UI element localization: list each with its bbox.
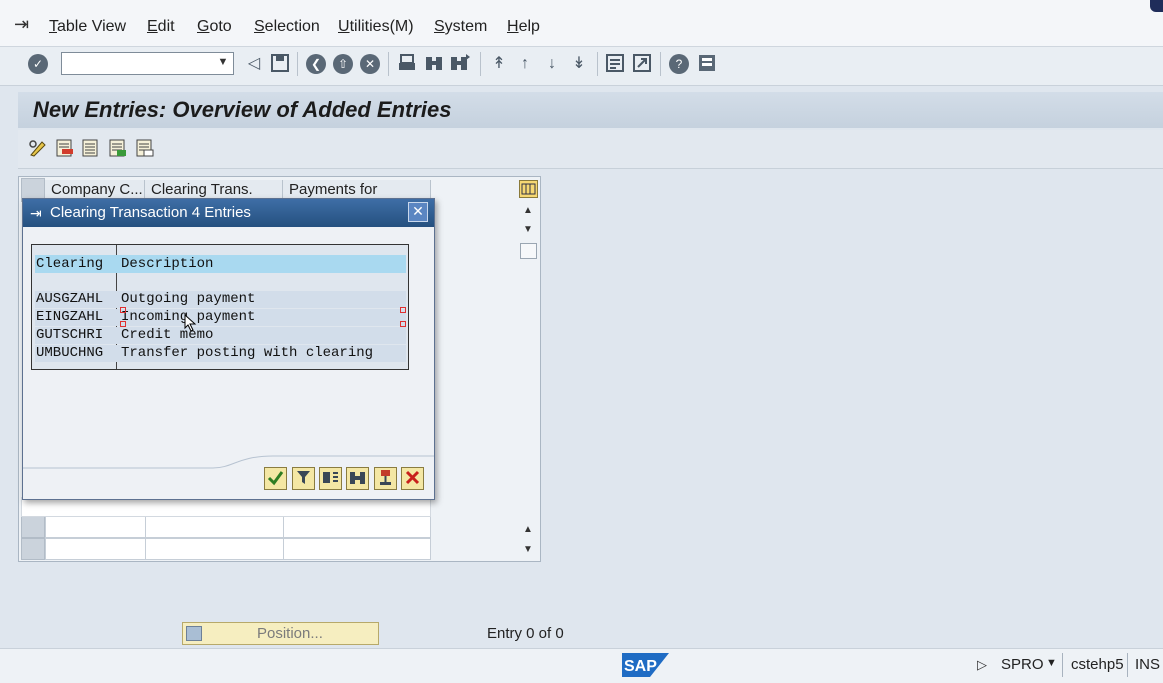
confirm-icon[interactable] (264, 467, 287, 490)
dialog-window-icon: ⇥ (30, 205, 42, 221)
scroll-thumb[interactable] (520, 243, 537, 259)
scroll-down-icon[interactable]: ▼ (520, 222, 536, 238)
table-cell[interactable] (145, 538, 284, 560)
table-cell[interactable] (283, 516, 431, 538)
entry-code[interactable]: GUTSCHRI (36, 327, 103, 343)
help-icon[interactable]: ? (669, 54, 689, 74)
command-field[interactable] (61, 52, 234, 75)
entry-description[interactable]: Credit memo (121, 327, 213, 343)
find-icon[interactable] (423, 53, 445, 75)
delete-rows-icon[interactable] (55, 138, 75, 158)
last-page-icon[interactable]: ↡ (568, 53, 590, 75)
first-page-icon[interactable]: ↟ (488, 53, 510, 75)
status-server: cstehp5 (1071, 656, 1124, 673)
exit-icon[interactable]: ⇧ (333, 54, 353, 74)
table-cell[interactable] (145, 516, 284, 538)
status-expand-icon[interactable]: ▷ (977, 657, 987, 673)
status-bar (0, 648, 1163, 683)
dialog-title: Clearing Transaction 4 Entries (50, 204, 251, 221)
menu-goto[interactable]: Goto (197, 18, 232, 36)
menu-edit[interactable]: Edit (147, 18, 175, 36)
column-header-clearing-trans[interactable]: Clearing Trans. (145, 180, 283, 200)
select-all-icon[interactable] (108, 138, 128, 158)
cancel-icon[interactable] (401, 467, 424, 490)
scroll-page-up-icon[interactable]: ▲ (520, 522, 536, 538)
column-header-company-code[interactable]: Company C... (45, 180, 145, 200)
window-corner (1150, 0, 1163, 12)
entry-description[interactable]: Outgoing payment (121, 291, 255, 307)
svg-text:SAP: SAP (624, 658, 657, 675)
copy-rows-icon[interactable] (81, 138, 101, 158)
search-icon[interactable] (346, 467, 369, 490)
table-row[interactable] (21, 497, 431, 517)
menu-help[interactable]: Help (507, 18, 540, 36)
save-icon[interactable] (269, 53, 291, 75)
entry-counter: Entry 0 of 0 (487, 625, 564, 642)
menu-table-view[interactable]: Table View (49, 18, 126, 36)
entry-code[interactable]: AUSGZAHL (36, 291, 103, 307)
selection-handle (400, 307, 406, 313)
scroll-page-down-icon[interactable]: ▼ (520, 542, 536, 558)
back-arrow-icon[interactable]: ◁ (243, 53, 265, 75)
table-cell[interactable] (45, 538, 146, 560)
entry-code[interactable]: EINGZAHL (36, 309, 103, 325)
command-dropdown-icon[interactable]: ▼ (216, 56, 230, 70)
entry-code[interactable]: UMBUCHNG (36, 345, 103, 361)
sap-logo: SAP (622, 653, 669, 677)
header-description[interactable]: Description (121, 256, 213, 272)
mouse-cursor-icon (184, 313, 198, 332)
entry-description[interactable]: Transfer posting with clearing (121, 345, 373, 361)
print-icon[interactable] (396, 53, 418, 75)
status-dropdown-icon[interactable]: ▼ (1046, 657, 1057, 669)
create-session-icon[interactable] (604, 53, 626, 75)
table-cell[interactable] (283, 538, 431, 560)
menu-selection[interactable]: Selection (254, 18, 320, 36)
change-display-icon[interactable] (28, 138, 48, 158)
enter-icon[interactable]: ✓ (28, 54, 48, 74)
deselect-all-icon[interactable] (135, 138, 155, 158)
next-page-icon[interactable]: ↓ (541, 53, 563, 75)
customize-layout-icon[interactable] (696, 53, 718, 75)
position-label[interactable]: Position... (257, 625, 323, 642)
selection-handle (120, 321, 126, 327)
column-header-payments-for[interactable]: Payments for (283, 180, 431, 200)
shortcut-icon[interactable] (631, 53, 653, 75)
menu-utilities[interactable]: Utilities(M) (338, 18, 414, 36)
menu-system[interactable]: System (434, 18, 487, 36)
row-selector[interactable] (21, 516, 45, 538)
status-transaction: SPRO (1001, 656, 1044, 673)
position-icon (186, 626, 202, 641)
filter-icon[interactable] (292, 467, 315, 490)
close-icon[interactable]: ✕ (408, 202, 428, 222)
menu-window-icon[interactable]: ⇥ (14, 14, 36, 34)
status-insert-mode[interactable]: INS (1135, 656, 1160, 673)
sort-icon[interactable] (319, 467, 342, 490)
selection-handle (400, 321, 406, 327)
scroll-up-icon[interactable]: ▲ (520, 203, 536, 219)
previous-page-icon[interactable]: ↑ (514, 53, 536, 75)
row-selector[interactable] (21, 538, 45, 560)
selection-handle (120, 307, 126, 313)
table-cell[interactable] (45, 516, 146, 538)
application-toolbar (18, 130, 1163, 169)
back-icon[interactable]: ❮ (306, 54, 326, 74)
download-icon[interactable] (374, 467, 397, 490)
table-settings-icon[interactable] (519, 180, 538, 198)
find-next-icon[interactable] (449, 53, 471, 75)
header-clearing[interactable]: Clearing (36, 256, 103, 272)
page-title: New Entries: Overview of Added Entries (33, 97, 452, 122)
cancel-icon[interactable]: ✕ (360, 54, 380, 74)
dialog-footer-wave (23, 455, 434, 469)
